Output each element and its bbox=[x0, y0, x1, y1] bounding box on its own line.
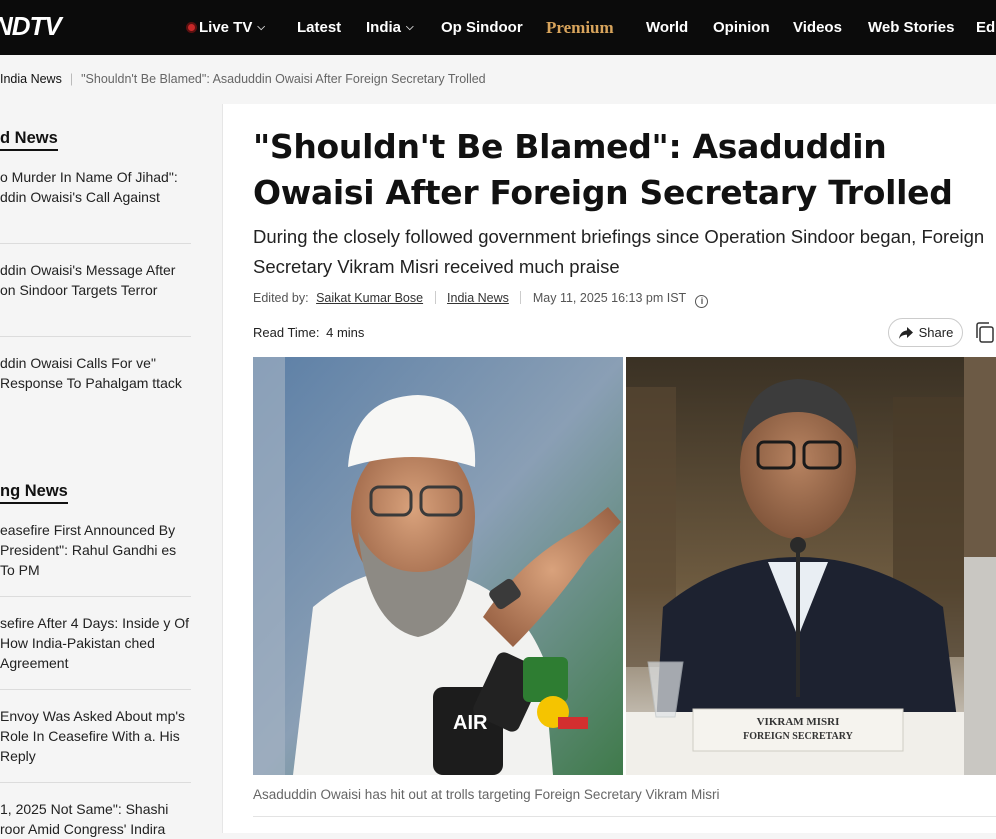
divider bbox=[0, 243, 191, 244]
svg-text:FOREIGN SECRETARY: FOREIGN SECRETARY bbox=[743, 731, 854, 742]
sidebar-story[interactable]: ddin Owaisi Calls For ve" Response To Pa… bbox=[0, 353, 191, 393]
nav-web-stories[interactable]: Web Stories bbox=[868, 19, 954, 36]
sidebar-story[interactable]: o Murder In Name Of Jihad": ddin Owaisi'… bbox=[0, 167, 191, 207]
breadcrumb-current: "Shouldn't Be Blamed": Asaduddin Owaisi … bbox=[81, 72, 486, 86]
publish-date: May 11, 2025 16:13 pm IST bbox=[532, 291, 686, 305]
article-meta: Edited by: Saikat Kumar Bose India News … bbox=[253, 291, 709, 308]
share-button[interactable]: Share bbox=[888, 318, 963, 347]
divider bbox=[0, 689, 191, 690]
category-link[interactable]: India News bbox=[447, 291, 509, 305]
copy-link-icon[interactable] bbox=[975, 321, 996, 345]
sidebar-story[interactable]: ddin Owaisi's Message After on Sindoor T… bbox=[0, 260, 191, 300]
divider bbox=[0, 596, 191, 597]
breadcrumb-india-news[interactable]: India News bbox=[0, 72, 62, 86]
sidebar-section-title: ng News bbox=[0, 482, 68, 504]
sidebar-story[interactable]: easefire First Announced By President": … bbox=[0, 520, 191, 580]
nav-opinion[interactable]: Opinion bbox=[713, 19, 770, 36]
live-dot-icon bbox=[186, 22, 197, 33]
nav-education[interactable]: Edu bbox=[976, 19, 996, 36]
divider bbox=[0, 782, 191, 783]
nav-videos[interactable]: Videos bbox=[793, 19, 842, 36]
svg-text:VIKRAM MISRI: VIKRAM MISRI bbox=[757, 716, 840, 728]
nav-india[interactable]: India ⌵ bbox=[366, 19, 414, 36]
article-container: "Shouldn't Be Blamed": Asaduddin Owaisi … bbox=[222, 104, 996, 833]
info-icon[interactable]: i bbox=[695, 295, 709, 308]
sidebar: d News o Murder In Name Of Jihad": ddin … bbox=[0, 104, 221, 837]
nav-latest[interactable]: Latest bbox=[297, 19, 341, 36]
nav-premium[interactable]: Premium bbox=[546, 18, 614, 38]
sidebar-story[interactable]: Envoy Was Asked About mp's Role In Cease… bbox=[0, 706, 191, 766]
image-caption: Asaduddin Owaisi has hit out at trolls t… bbox=[253, 787, 720, 802]
sidebar-section-title: d News bbox=[0, 129, 58, 151]
divider bbox=[253, 816, 996, 817]
sidebar-story[interactable]: sefire After 4 Days: Inside y Of How Ind… bbox=[0, 613, 191, 673]
share-arrow-icon bbox=[898, 326, 913, 339]
nav-world[interactable]: World bbox=[646, 19, 688, 36]
sidebar-story[interactable]: 1, 2025 Not Same": Shashi roor Amid Cong… bbox=[0, 799, 191, 839]
divider bbox=[0, 336, 191, 337]
top-navigation-bar: NDTV Live TV ⌵ Latest India ⌵ Op Sindoor P… bbox=[0, 0, 996, 55]
article-hero-image: AIR VIKRAM MISRI FOREIGN SECRETARY bbox=[253, 357, 996, 775]
article-subheading: During the closely followed government b… bbox=[253, 226, 985, 277]
author-link[interactable]: Saikat Kumar Bose bbox=[316, 291, 423, 305]
chevron-down-icon: ⌵ bbox=[257, 22, 265, 33]
article-headline: "Shouldn't Be Blamed": Asaduddin Owaisi … bbox=[253, 127, 953, 212]
nav-op-sindoor[interactable]: Op Sindoor bbox=[441, 19, 523, 36]
ndtv-logo[interactable]: NDTV bbox=[0, 11, 62, 42]
read-time: Read Time: 4 mins bbox=[253, 325, 365, 340]
breadcrumb: India News | "Shouldn't Be Blamed": Asadud… bbox=[0, 72, 486, 86]
chevron-down-icon: ⌵ bbox=[406, 22, 414, 33]
nav-live-tv[interactable]: Live TV ⌵ bbox=[186, 19, 265, 36]
svg-text:AIR: AIR bbox=[453, 712, 488, 734]
